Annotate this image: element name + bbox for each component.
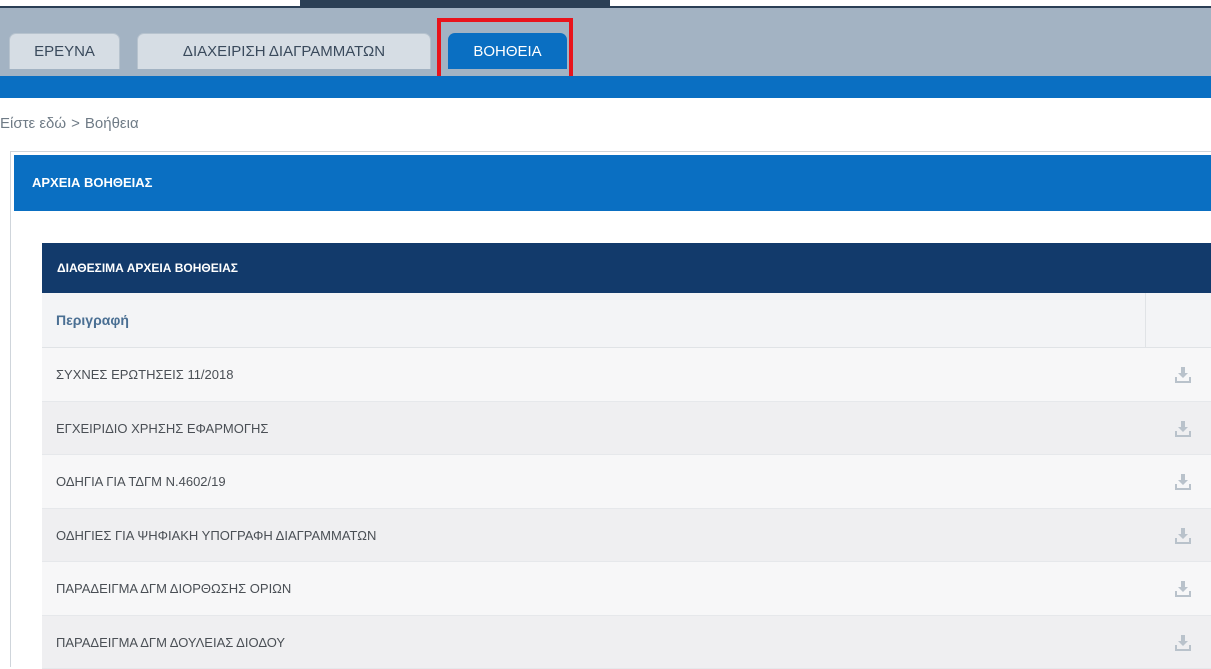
table-row: ΠΑΡΑΔΕΙΓΜΑ ΔΓΜ ΔΙΟΡΘΩΣΗΣ ΟΡΙΩΝ [42, 562, 1211, 616]
breadcrumb-current: Βοήθεια [85, 115, 139, 132]
breadcrumb: Είστε εδώ > Βοήθεια [0, 115, 139, 132]
table-row: ΟΔΗΓΙΑ ΓΙΑ ΤΔΓΜ Ν.4602/19 [42, 455, 1211, 509]
column-divider [1145, 293, 1146, 348]
table-row: ΟΔΗΓΙΕΣ ΓΙΑ ΨΗΦΙΑΚΗ ΥΠΟΓΡΑΦΗ ΔΙΑΓΡΑΜΜΑΤΩ… [42, 509, 1211, 563]
download-icon[interactable] [1173, 579, 1193, 599]
download-icon[interactable] [1173, 365, 1193, 385]
blue-strip [0, 76, 1211, 98]
download-icon[interactable] [1173, 419, 1193, 439]
breadcrumb-prefix: Είστε εδώ [0, 115, 66, 132]
tab-bar: ΕΡΕΥΝΑ ΔΙΑΧΕΙΡΙΣΗ ΔΙΑΓΡΑΜΜΑΤΩΝ ΒΟΗΘΕΙΑ [0, 6, 1211, 78]
panel-title: ΑΡΧΕΙΑ ΒΟΗΘΕΙΑΣ [14, 155, 1211, 211]
table-row: ΠΑΡΑΔΕΙΓΜΑ ΔΓΜ ΔΟΥΛΕΙΑΣ ΔΙΟΔΟΥ [42, 616, 1211, 669]
row-description: ΣΥΧΝΕΣ ΕΡΩΤΗΣΕΙΣ 11/2018 [56, 348, 233, 401]
row-description: ΟΔΗΓΙΑ ΓΙΑ ΤΔΓΜ Ν.4602/19 [56, 455, 226, 508]
download-icon[interactable] [1173, 472, 1193, 492]
table-row: ΕΓΧΕΙΡΙΔΙΟ ΧΡΗΣΗΣ ΕΦΑΡΜΟΓΗΣ [42, 402, 1211, 456]
row-description: ΟΔΗΓΙΕΣ ΓΙΑ ΨΗΦΙΑΚΗ ΥΠΟΓΡΑΦΗ ΔΙΑΓΡΑΜΜΑΤΩ… [56, 509, 376, 562]
column-description-label: Περιγραφή [56, 293, 129, 348]
breadcrumb-separator: > [71, 115, 80, 132]
table-title: ΔΙΑΘΕΣΙΜΑ ΑΡΧΕΙΑ ΒΟΗΘΕΙΑΣ [42, 243, 1211, 293]
download-icon[interactable] [1173, 633, 1193, 653]
help-files-list: ΣΥΧΝΕΣ ΕΡΩΤΗΣΕΙΣ 11/2018 ΕΓΧΕΙΡΙΔΙΟ ΧΡΗΣ… [42, 348, 1211, 669]
table-column-header: Περιγραφή [42, 293, 1211, 348]
row-description: ΠΑΡΑΔΕΙΓΜΑ ΔΓΜ ΔΟΥΛΕΙΑΣ ΔΙΟΔΟΥ [56, 616, 285, 669]
tab-search[interactable]: ΕΡΕΥΝΑ [9, 33, 120, 69]
tab-help[interactable]: ΒΟΗΘΕΙΑ [448, 33, 567, 69]
download-icon[interactable] [1173, 526, 1193, 546]
row-description: ΠΑΡΑΔΕΙΓΜΑ ΔΓΜ ΔΙΟΡΘΩΣΗΣ ΟΡΙΩΝ [56, 562, 291, 615]
tab-diagram-management[interactable]: ΔΙΑΧΕΙΡΙΣΗ ΔΙΑΓΡΑΜΜΑΤΩΝ [137, 33, 431, 69]
row-description: ΕΓΧΕΙΡΙΔΙΟ ΧΡΗΣΗΣ ΕΦΑΡΜΟΓΗΣ [56, 402, 268, 455]
table-row: ΣΥΧΝΕΣ ΕΡΩΤΗΣΕΙΣ 11/2018 [42, 348, 1211, 402]
